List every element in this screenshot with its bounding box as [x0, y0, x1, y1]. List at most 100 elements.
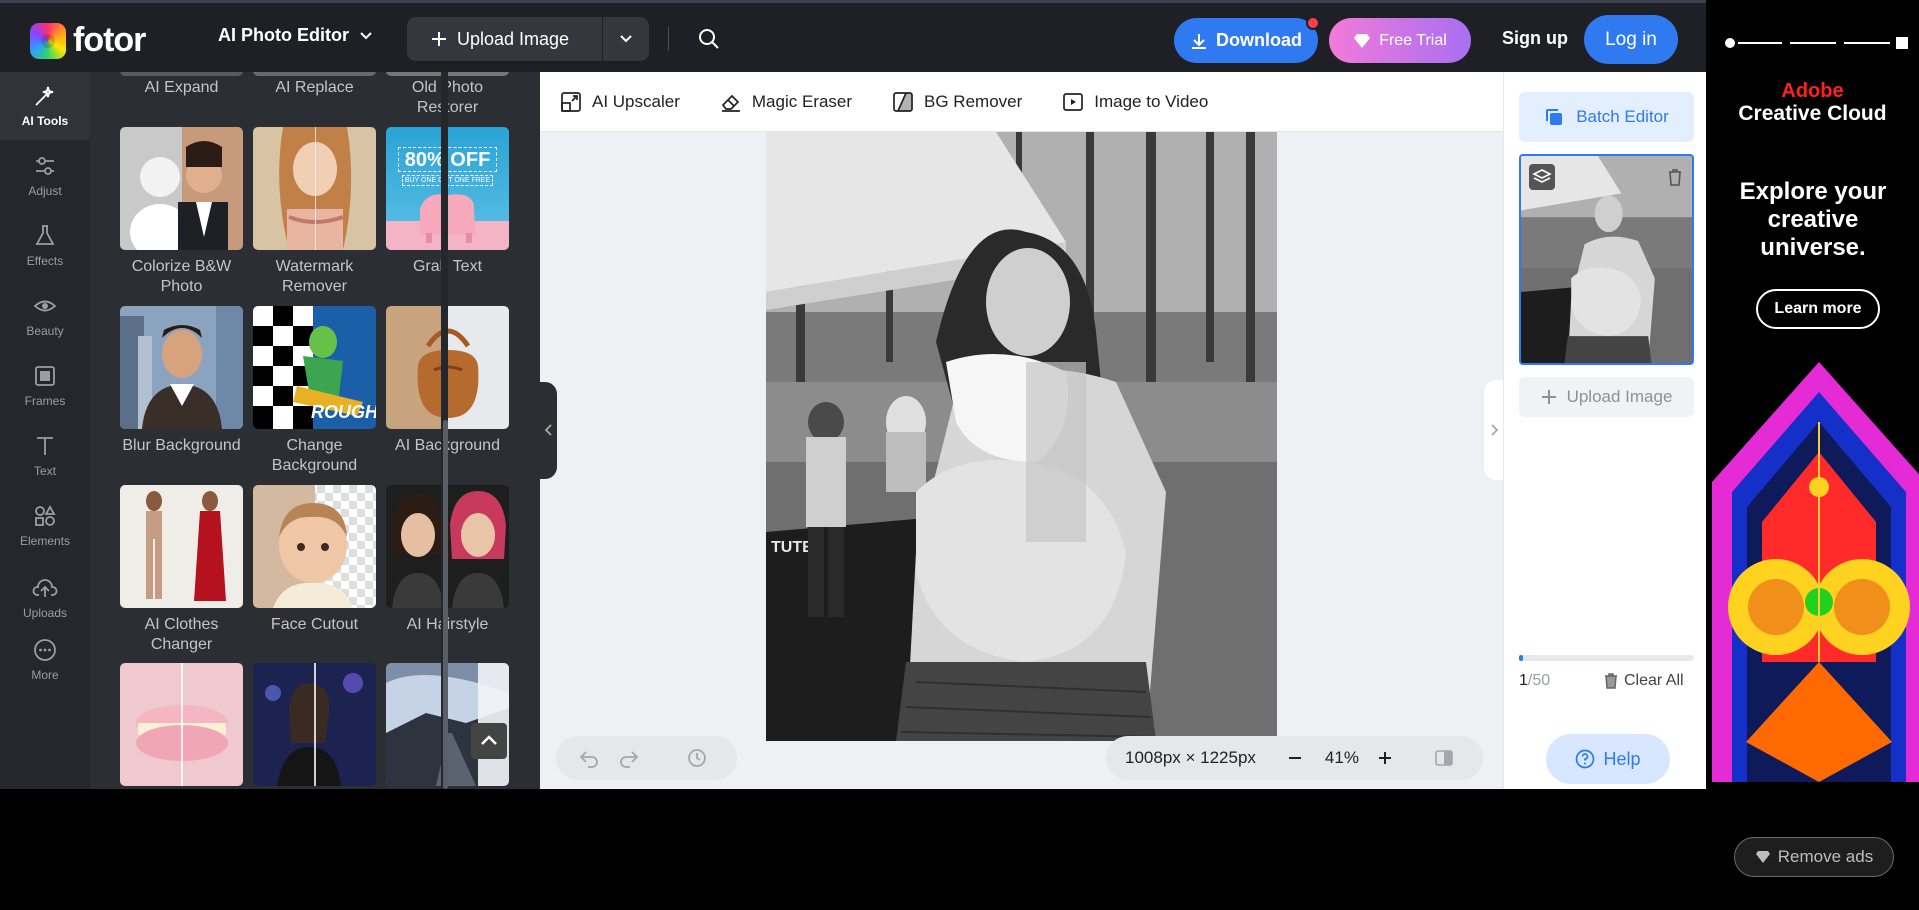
- sparkle-icon: [35, 86, 54, 106]
- batch-editor-label: Batch Editor: [1576, 107, 1669, 126]
- upload-image-button[interactable]: Upload Image: [407, 17, 603, 61]
- tool-thumbnail: [253, 485, 376, 608]
- tool-tile[interactable]: [253, 663, 376, 789]
- batch-icon: [1546, 109, 1563, 125]
- rail-item-frames[interactable]: Frames: [0, 352, 90, 420]
- ai-upscaler-tool[interactable]: AI Upscaler: [560, 91, 680, 113]
- rail-item-effects[interactable]: Effects: [0, 212, 90, 280]
- download-icon: [1192, 33, 1206, 49]
- change-bg-badge: ROUGH: [311, 402, 376, 422]
- rail-item-adjust[interactable]: Adjust: [0, 142, 90, 210]
- batch-count-total: /50: [1527, 672, 1551, 689]
- tool-label: AI Expand: [144, 79, 219, 96]
- logo-icon: [30, 22, 66, 59]
- chevron-down-icon: [360, 31, 372, 39]
- tool-change-background[interactable]: ROUGH Change Background: [253, 306, 376, 476]
- redo-icon[interactable]: [618, 747, 640, 769]
- plus-icon: [432, 32, 446, 46]
- sign-up-link[interactable]: Sign up: [1502, 28, 1568, 49]
- rail-item-beauty[interactable]: Beauty: [0, 282, 90, 350]
- upload-image-label: Upload Image: [457, 28, 570, 49]
- eraser-icon: [721, 94, 740, 112]
- tool-blur-background[interactable]: Blur Background: [120, 306, 243, 456]
- remove-ads-label: Remove ads: [1777, 847, 1874, 866]
- upload-options-button[interactable]: [603, 17, 649, 61]
- panel-scrollbar[interactable]: [443, 420, 448, 789]
- image-layer-thumbnail[interactable]: [1519, 154, 1694, 365]
- bg-remover-tool[interactable]: BG Remover: [892, 91, 1022, 113]
- magic-eraser-tool[interactable]: Magic Eraser: [720, 91, 852, 113]
- remove-ads-button[interactable]: Remove ads: [1734, 837, 1894, 877]
- rail-label: Beauty: [26, 324, 64, 338]
- download-label: Download: [1216, 30, 1302, 50]
- help-button[interactable]: Help: [1546, 734, 1670, 784]
- ad-learn-more-button[interactable]: Learn more: [1756, 289, 1880, 329]
- tool-ai-replace[interactable]: AI Replace: [253, 78, 376, 98]
- video-icon: [1063, 92, 1084, 111]
- ad-product: Creative Cloud: [1738, 102, 1887, 125]
- log-in-button[interactable]: Log in: [1584, 15, 1678, 64]
- tool-ai-expand[interactable]: AI Expand: [120, 78, 243, 98]
- zoom-in-icon[interactable]: [1376, 749, 1394, 767]
- free-trial-button[interactable]: Free Trial: [1329, 18, 1471, 63]
- expand-right-panel-button[interactable]: [1484, 380, 1503, 480]
- tool-thumbnail: [120, 485, 243, 608]
- rail-item-more[interactable]: More: [0, 626, 90, 694]
- batch-editor-button[interactable]: Batch Editor: [1519, 92, 1694, 142]
- tool-label: Image to Video: [1094, 91, 1209, 111]
- plus-icon: [1541, 390, 1556, 404]
- ai-tools-panel: AI Expand AI Replace Old Photo Restorer …: [90, 72, 540, 789]
- logo-text: fotor: [73, 21, 146, 59]
- upscale-icon: [561, 91, 581, 112]
- zoom-out-icon[interactable]: [1286, 749, 1304, 767]
- ad-brand: Adobe: [1781, 80, 1844, 102]
- text-icon: [37, 437, 53, 455]
- batch-count: 1/50: [1519, 672, 1550, 690]
- search-button[interactable]: [697, 27, 721, 56]
- zoom-level[interactable]: 41%: [1322, 748, 1362, 768]
- collapse-panel-button[interactable]: [540, 382, 557, 479]
- undo-icon[interactable]: [578, 747, 600, 769]
- more-icon: [34, 639, 56, 661]
- rail-item-text[interactable]: Text: [0, 422, 90, 490]
- clear-all-button[interactable]: Clear All: [1604, 672, 1684, 690]
- download-button[interactable]: Download: [1174, 16, 1320, 63]
- rail-item-uploads[interactable]: Uploads: [0, 564, 90, 632]
- scroll-to-top-button[interactable]: [471, 723, 507, 759]
- history-controls: [556, 736, 737, 780]
- rail-item-elements[interactable]: Elements: [0, 492, 90, 560]
- rail-label: Elements: [19, 534, 71, 548]
- frame-icon: [35, 366, 55, 386]
- tool-tile[interactable]: [120, 663, 243, 789]
- top-bar: fotor AI Photo Editor Upload Image Downl…: [0, 0, 1706, 72]
- layers-icon: [1532, 169, 1552, 183]
- eye-icon: [33, 300, 57, 312]
- history-icon[interactable]: [686, 747, 708, 769]
- tool-watermark-remover[interactable]: Watermark Remover: [253, 127, 376, 297]
- upload-image-button-secondary[interactable]: Upload Image: [1519, 377, 1694, 417]
- ad-headline: Explore your creative universe.: [1739, 178, 1887, 261]
- canvas-photo[interactable]: TUTE: [766, 132, 1277, 741]
- divider: [668, 27, 669, 51]
- fotor-logo[interactable]: fotor: [30, 21, 146, 60]
- ai-photo-editor-menu[interactable]: AI Photo Editor: [218, 25, 373, 46]
- compare-icon[interactable]: [1434, 748, 1454, 768]
- tool-colorize[interactable]: Colorize B&W Photo: [120, 127, 243, 297]
- rail-label: Text: [33, 464, 56, 478]
- rail-item-ai-tools[interactable]: AI Tools: [0, 72, 90, 140]
- photo-sign-text: TUTE: [771, 539, 813, 556]
- image-to-video-tool[interactable]: Image to Video: [1062, 91, 1208, 113]
- fotor-editor: fotor AI Photo Editor Upload Image Downl…: [0, 0, 1706, 789]
- tool-face-cutout[interactable]: Face Cutout: [253, 485, 376, 635]
- tool-thumbnail: [253, 127, 376, 250]
- batch-progress-bar: [1519, 655, 1694, 661]
- advertisement[interactable]: Adobe Creative Cloud Explore your creati…: [1706, 0, 1919, 789]
- tool-label: Watermark Remover: [275, 258, 354, 295]
- quick-tools-bar: AI Upscaler Magic Eraser BG Remover Imag…: [540, 72, 1503, 132]
- tool-thumbnail: ROUGH: [253, 306, 376, 429]
- tool-thumbnail: [253, 663, 376, 786]
- trash-icon[interactable]: [1667, 168, 1683, 186]
- layers-button[interactable]: [1529, 164, 1555, 190]
- tool-label: AI Replace: [275, 79, 354, 96]
- tool-ai-clothes-changer[interactable]: AI Clothes Changer: [120, 485, 243, 655]
